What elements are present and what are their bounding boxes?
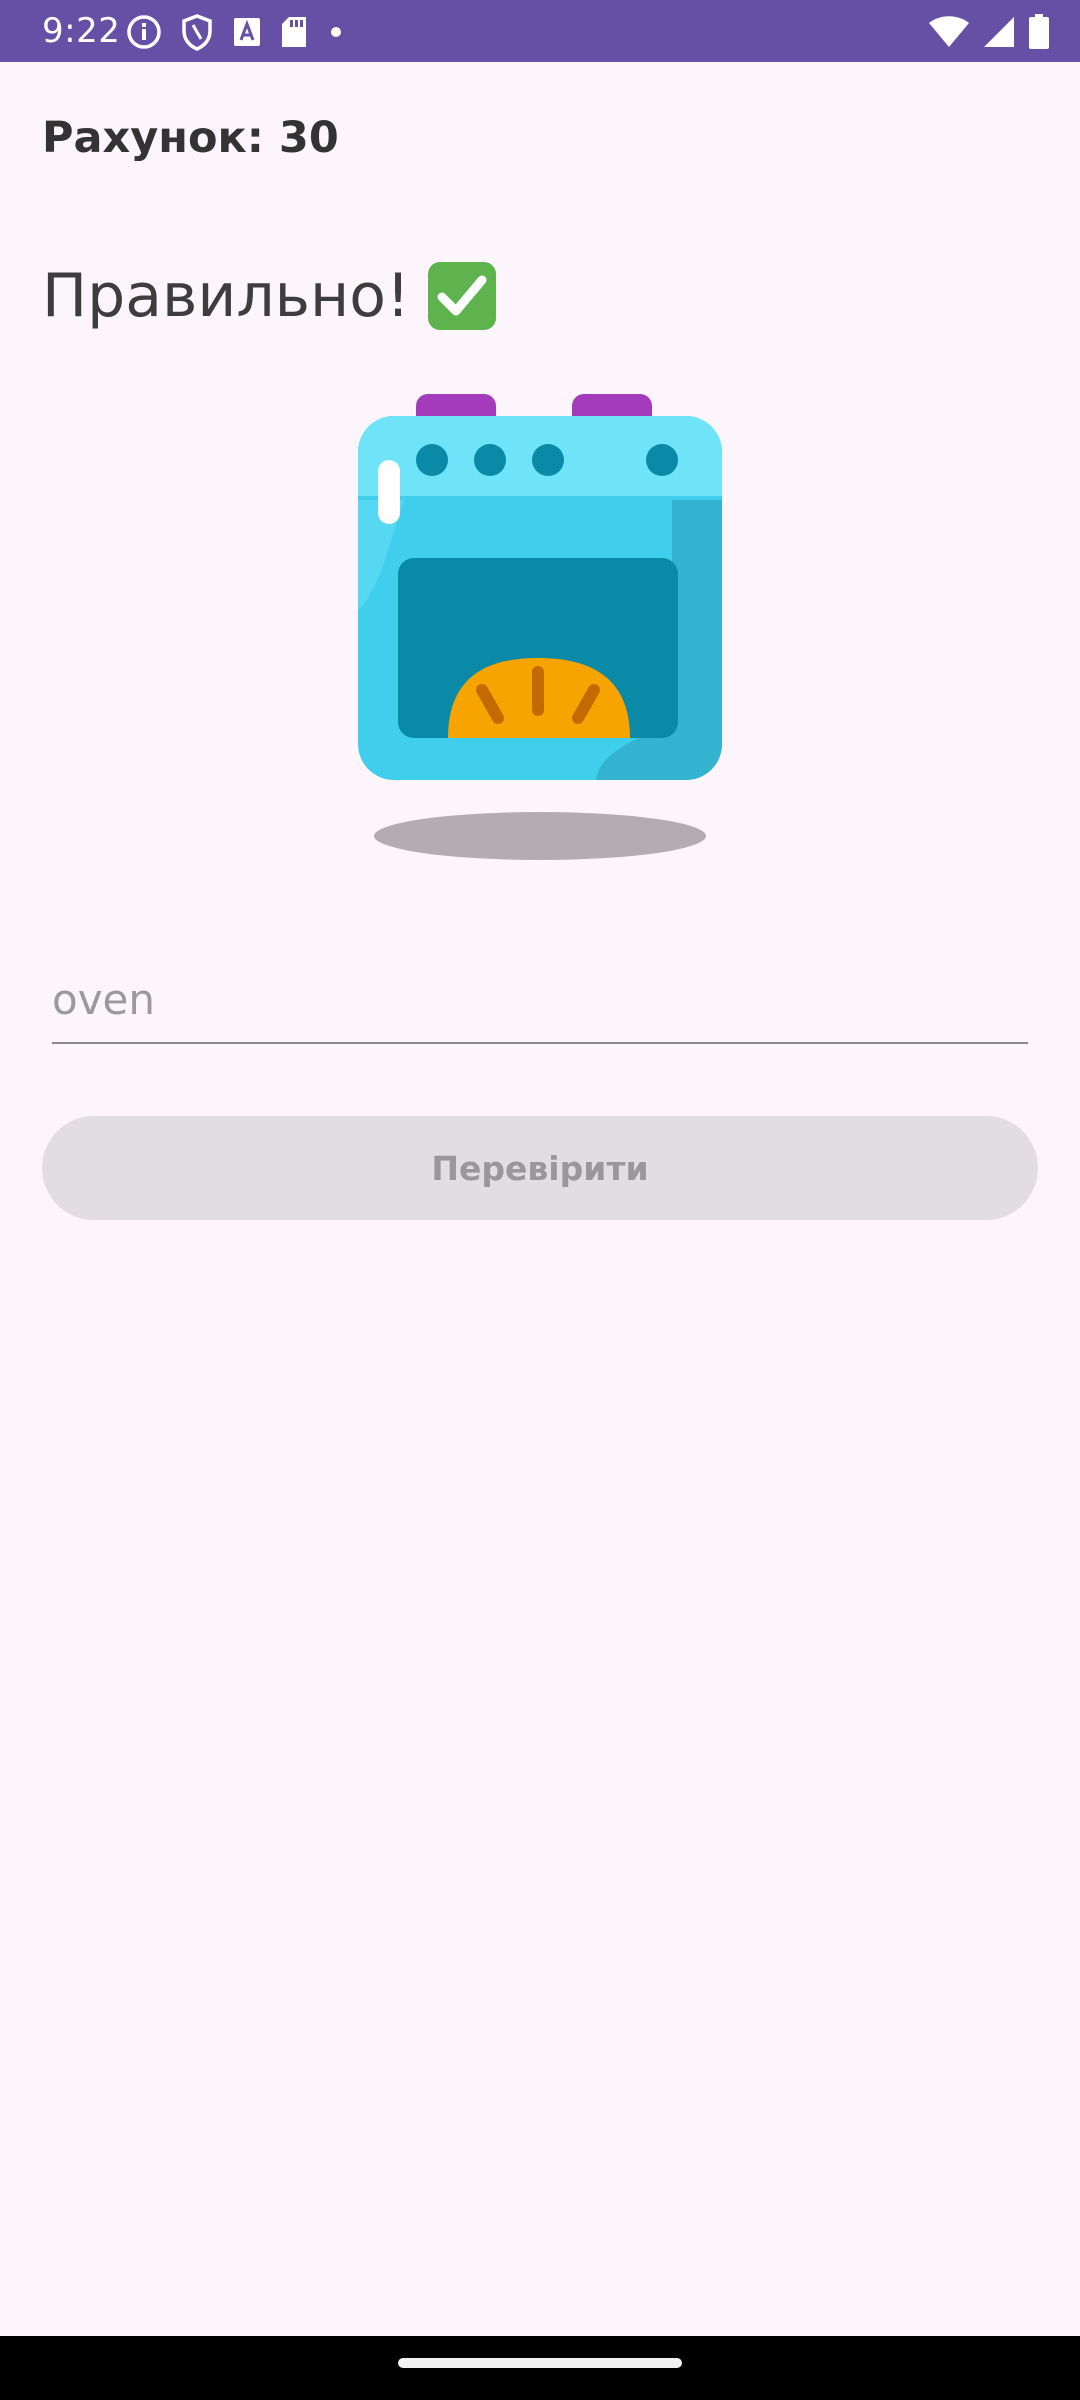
score-label: Рахунок: 30 (42, 113, 339, 163)
check-mark-icon (428, 262, 497, 330)
answer-value: oven (52, 975, 156, 1024)
battery-icon (1029, 14, 1049, 49)
check-button[interactable]: Перевірити (42, 1116, 1038, 1220)
sd-card-icon (282, 17, 306, 47)
shield-icon (182, 14, 212, 51)
answer-input[interactable]: oven (52, 960, 1028, 1044)
navigation-bar (0, 2336, 1080, 2400)
feedback-message: Правильно! (42, 256, 498, 336)
status-time: 9:22 (42, 11, 121, 51)
status-notification-icons (126, 12, 364, 52)
status-bar: 9:22 (0, 0, 1080, 62)
wifi-icon (929, 16, 969, 47)
feedback-text: Правильно! (42, 261, 411, 331)
font-a-icon (234, 18, 260, 46)
info-icon (127, 15, 161, 49)
oven-with-bread-icon (358, 394, 722, 860)
status-system-icons (916, 12, 1050, 52)
home-gesture-handle[interactable] (398, 2358, 682, 2368)
dot-icon (331, 27, 341, 37)
signal-icon (984, 17, 1014, 47)
